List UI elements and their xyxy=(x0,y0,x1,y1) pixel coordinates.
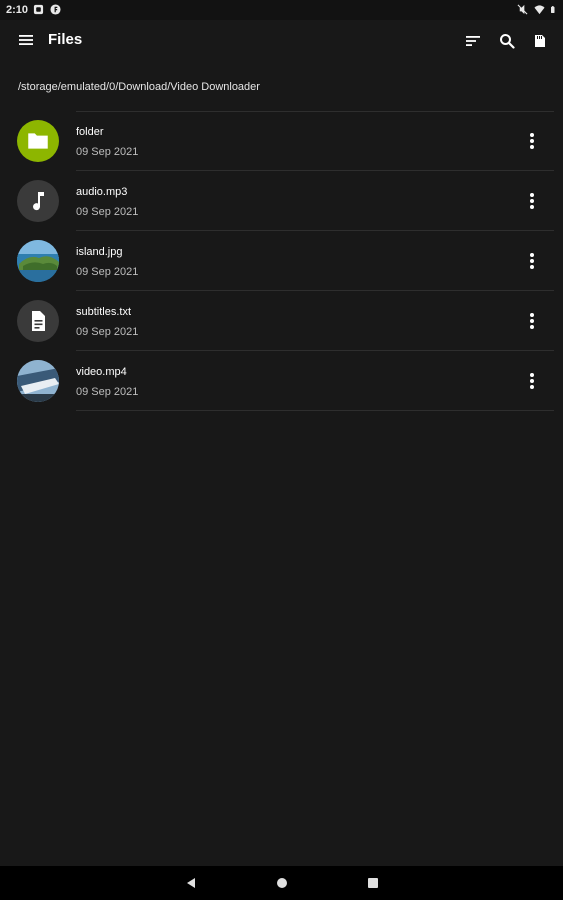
file-date: 09 Sep 2021 xyxy=(76,326,139,338)
divider xyxy=(76,410,554,411)
folder-icon xyxy=(28,133,48,149)
page-title: Files xyxy=(48,31,83,48)
document-icon xyxy=(32,311,45,331)
battery-icon xyxy=(551,6,555,13)
list-item[interactable]: island.jpg 09 Sep 2021 xyxy=(0,231,563,291)
mute-icon xyxy=(517,4,528,15)
file-name: island.jpg xyxy=(76,246,123,258)
text-thumbnail xyxy=(17,300,59,342)
audio-thumbnail xyxy=(17,180,59,222)
video-thumbnail xyxy=(17,360,59,402)
notification-f-icon xyxy=(50,4,61,15)
status-bar: 2:10 xyxy=(0,0,563,20)
music-note-icon xyxy=(33,192,44,211)
file-date: 09 Sep 2021 xyxy=(76,266,139,278)
sort-icon[interactable] xyxy=(464,32,482,50)
more-options-icon[interactable] xyxy=(522,371,542,391)
more-options-icon[interactable] xyxy=(522,251,542,271)
status-right-icons xyxy=(517,4,558,15)
more-options-icon[interactable] xyxy=(522,131,542,151)
file-name: subtitles.txt xyxy=(76,306,132,318)
file-name: audio.mp3 xyxy=(76,186,128,198)
island-image xyxy=(17,240,59,282)
recents-icon[interactable] xyxy=(366,876,380,890)
file-date: 09 Sep 2021 xyxy=(76,146,139,158)
folder-thumbnail xyxy=(17,120,59,162)
file-name: video.mp4 xyxy=(76,366,127,378)
file-name: folder xyxy=(76,126,104,138)
list-item[interactable]: subtitles.txt 09 Sep 2021 xyxy=(0,291,563,351)
search-icon[interactable] xyxy=(498,32,516,50)
list-item[interactable]: video.mp4 09 Sep 2021 xyxy=(0,351,563,411)
more-options-icon[interactable] xyxy=(522,191,542,211)
menu-icon[interactable] xyxy=(18,32,34,48)
more-options-icon[interactable] xyxy=(522,311,542,331)
screen: 2:10 Files /storage/emulated/0/Download/… xyxy=(0,0,563,900)
list-item[interactable]: folder 09 Sep 2021 xyxy=(0,111,563,171)
file-date: 09 Sep 2021 xyxy=(76,386,139,398)
home-icon[interactable] xyxy=(275,876,289,890)
navigation-bar xyxy=(0,866,563,900)
list-item[interactable]: audio.mp3 09 Sep 2021 xyxy=(0,171,563,231)
back-icon[interactable] xyxy=(184,876,198,890)
status-time: 2:10 xyxy=(6,4,29,16)
wifi-icon xyxy=(534,5,545,15)
breadcrumb[interactable]: /storage/emulated/0/Download/Video Downl… xyxy=(18,81,260,93)
notification-app-icon xyxy=(33,4,44,15)
file-date: 09 Sep 2021 xyxy=(76,206,139,218)
island-thumbnail xyxy=(17,240,59,282)
storage-icon[interactable] xyxy=(531,32,549,50)
app-toolbar: Files xyxy=(0,20,563,62)
file-list: folder 09 Sep 2021 audio.mp3 09 Sep 2021 xyxy=(0,111,563,411)
video-image xyxy=(17,360,59,402)
status-left-icons xyxy=(33,4,61,15)
